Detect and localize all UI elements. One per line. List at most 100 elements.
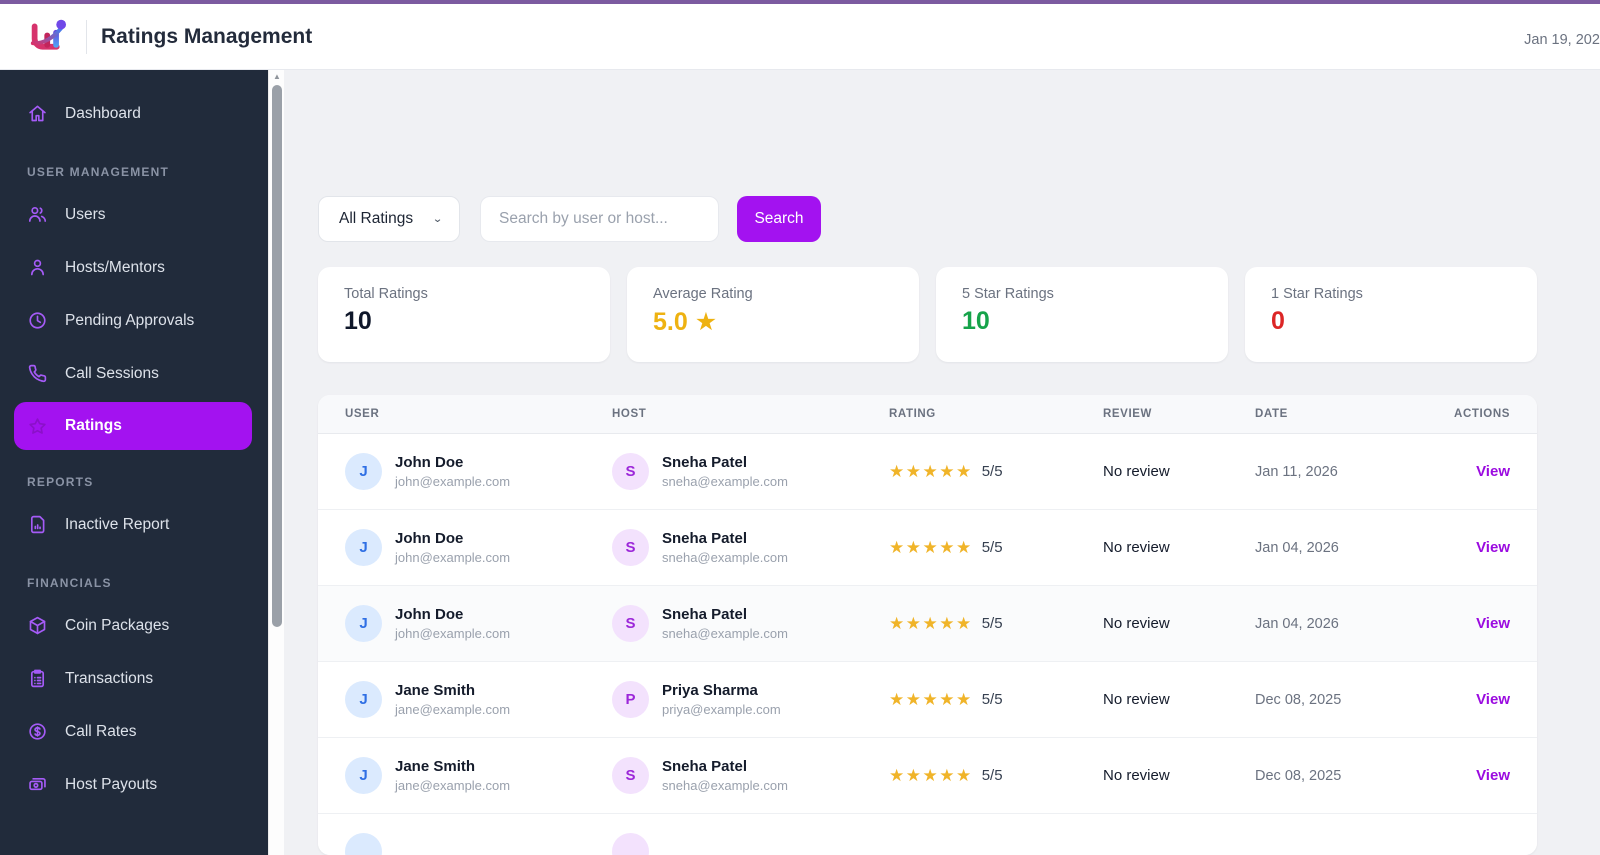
sidebar-item-label: Coin Packages	[65, 616, 170, 634]
sidebar-item-label: Inactive Report	[65, 515, 170, 533]
column-header-rating: RATING	[889, 408, 936, 420]
host-cell: S Sneha Patel sneha@example.com	[612, 756, 889, 795]
date-cell: Jan 04, 2026	[1255, 615, 1339, 632]
sidebar-item-call-rates[interactable]: Call Rates	[0, 705, 268, 758]
review-cell: No review	[1103, 691, 1170, 708]
sidebar-item-label: Ratings	[65, 417, 122, 434]
sidebar-item-inactive-report[interactable]: Inactive Report	[0, 498, 268, 551]
scrollbar-thumb[interactable]	[272, 85, 282, 627]
table-row: J Jane Smith jane@example.com S Sneha Pa…	[318, 738, 1537, 814]
sidebar-item-ratings[interactable]: Ratings	[14, 402, 252, 450]
stat-label: 5 Star Ratings	[962, 286, 1054, 302]
actions-cell: View	[1449, 691, 1510, 709]
sidebar-item-dashboard[interactable]: Dashboard	[0, 87, 268, 140]
user-cell: J John Doe john@example.com	[345, 528, 612, 567]
user-cell: J Jane Smith jane@example.com	[345, 756, 612, 795]
star-rating-icons: ★★★★★	[889, 537, 973, 557]
stats-row: Total Ratings 10 Average Rating 5.0 ★ 5 …	[318, 267, 1537, 362]
review-cell: No review	[1103, 615, 1170, 632]
wallet-icon	[27, 774, 48, 795]
clock-icon	[27, 310, 48, 331]
sidebar-item-transactions[interactable]: Transactions	[0, 652, 268, 705]
table-row: J John Doe john@example.com S Sneha Pate…	[318, 510, 1537, 586]
host-name: Sneha Patel	[662, 605, 748, 623]
sidebar-item-pending-approvals[interactable]: Pending Approvals	[0, 294, 268, 347]
main-content: All Ratings ⌄ Search Total Ratings 10 Av…	[284, 70, 1600, 855]
rating-cell: ★★★★★ 5/5	[889, 690, 1103, 710]
rating-filter-select[interactable]: All Ratings ⌄	[318, 196, 460, 242]
rating-value: 5/5	[981, 767, 1003, 784]
host-cell: S Sneha Patel sneha@example.com	[612, 452, 889, 491]
user-email: john@example.com	[395, 549, 511, 565]
host-cell: S Sneha Patel sneha@example.com	[612, 528, 889, 567]
view-button[interactable]: View	[1476, 539, 1510, 556]
view-button[interactable]: View	[1476, 615, 1510, 632]
stat-value: 10	[344, 307, 372, 335]
user-avatar: J	[345, 756, 382, 794]
sidebar-item-host-payouts[interactable]: Host Payouts	[0, 758, 268, 811]
view-button[interactable]: View	[1476, 691, 1510, 708]
review-cell: No review	[1103, 767, 1170, 784]
user-avatar: J	[345, 528, 382, 566]
sidebar: Dashboard USER MANAGEMENT Users Hosts/Me…	[0, 70, 268, 855]
sidebar-item-call-sessions[interactable]: Call Sessions	[0, 347, 268, 400]
stat-card-1-star-ratings: 1 Star Ratings 0	[1245, 267, 1537, 362]
user-avatar: J	[345, 680, 382, 718]
host-email: sneha@example.com	[662, 777, 788, 793]
host-avatar: S	[612, 604, 649, 642]
sidebar-scrollbar[interactable]: ▲	[268, 70, 284, 855]
rating-filter-value: All Ratings	[339, 210, 414, 227]
rating-cell: ★★★★★ 5/5	[889, 538, 1103, 558]
sidebar-item-label: Transactions	[65, 669, 154, 687]
host-name: Sneha Patel	[662, 757, 748, 775]
sidebar-item-coin-packages[interactable]: Coin Packages	[0, 599, 268, 652]
host-name: Sneha Patel	[662, 453, 748, 471]
actions-cell: View	[1449, 615, 1510, 633]
table-header: USER HOST RATING REVIEW DATE ACTIONS	[318, 395, 1537, 434]
rating-cell: ★★★★★ 5/5	[889, 766, 1103, 786]
actions-cell: View	[1449, 463, 1510, 481]
search-input[interactable]	[480, 196, 719, 242]
filter-bar: All Ratings ⌄ Search	[318, 196, 1537, 242]
search-button[interactable]: Search	[737, 196, 821, 242]
chevron-down-icon: ⌄	[432, 212, 443, 225]
sidebar-item-hosts-mentors[interactable]: Hosts/Mentors	[0, 241, 268, 294]
stat-label: Average Rating	[653, 286, 753, 302]
table-row: J John Doe john@example.com S Sneha Pate…	[318, 434, 1537, 510]
dollar-circle-icon	[27, 721, 48, 742]
sidebar-item-label: Call Sessions	[65, 364, 159, 382]
table-row	[318, 814, 1537, 855]
scrollbar-up-arrow[interactable]: ▲	[269, 72, 285, 81]
column-header-user: USER	[345, 408, 380, 420]
cube-icon	[27, 615, 48, 636]
user-avatar	[345, 833, 382, 855]
phone-icon	[27, 363, 48, 384]
sidebar-item-users[interactable]: Users	[0, 188, 268, 241]
user-cell: J Jane Smith jane@example.com	[345, 680, 612, 719]
sidebar-item-label: Call Rates	[65, 722, 137, 740]
rating-cell: ★★★★★ 5/5	[889, 462, 1103, 482]
header-date: Jan 19, 2026	[1524, 32, 1600, 48]
user-name: Jane Smith	[395, 757, 476, 775]
view-button[interactable]: View	[1476, 767, 1510, 784]
review-cell: No review	[1103, 463, 1170, 480]
actions-cell: View	[1449, 767, 1510, 785]
date-cell: Jan 11, 2026	[1255, 463, 1338, 480]
column-header-host: HOST	[612, 408, 647, 420]
view-button[interactable]: View	[1476, 463, 1510, 480]
user-name: John Doe	[395, 529, 464, 547]
rating-value: 5/5	[981, 691, 1003, 708]
sidebar-section-user-management: USER MANAGEMENT	[27, 165, 170, 179]
page-title: Ratings Management	[101, 24, 313, 48]
host-cell: S Sneha Patel sneha@example.com	[612, 604, 889, 643]
user-email: jane@example.com	[395, 701, 511, 717]
stat-card-average-rating: Average Rating 5.0 ★	[627, 267, 919, 362]
table-row: J Jane Smith jane@example.com P Priya Sh…	[318, 662, 1537, 738]
stat-card-total-ratings: Total Ratings 10	[318, 267, 610, 362]
sidebar-item-label: Hosts/Mentors	[65, 258, 165, 276]
user-email: john@example.com	[395, 625, 511, 641]
host-email: sneha@example.com	[662, 625, 788, 641]
star-rating-icons: ★★★★★	[889, 689, 973, 709]
star-rating-icons: ★★★★★	[889, 461, 973, 481]
rating-value: 5/5	[981, 539, 1003, 556]
